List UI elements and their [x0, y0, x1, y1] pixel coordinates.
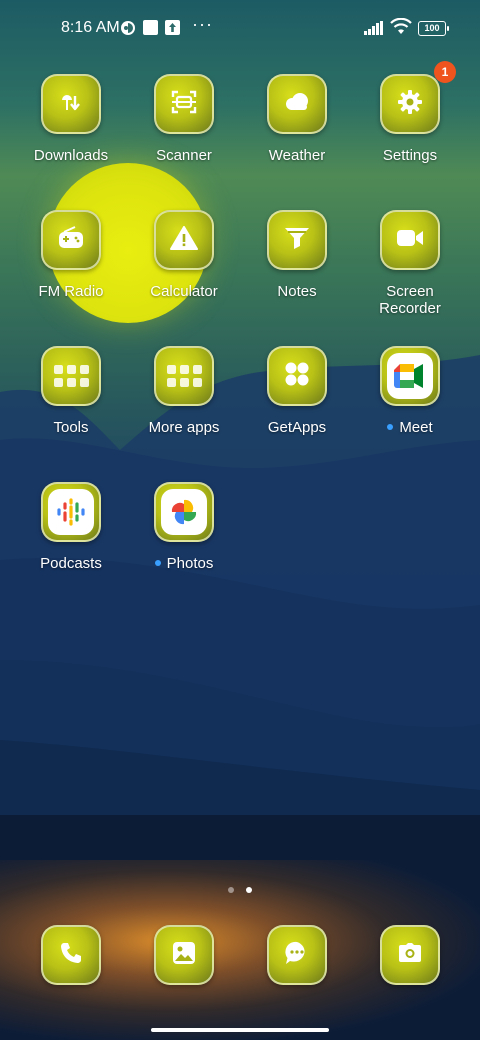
new-app-dot	[387, 424, 394, 430]
app-tile[interactable]	[154, 346, 214, 406]
new-app-dot	[154, 560, 161, 566]
app-tile[interactable]	[154, 482, 214, 542]
app-tile[interactable]	[154, 210, 214, 270]
app-calculator[interactable]: Calculator	[129, 210, 239, 336]
dock-gallery[interactable]	[129, 925, 239, 989]
app-podcasts[interactable]: Podcasts	[16, 482, 126, 608]
app-tile[interactable]	[267, 346, 327, 406]
folder-more-apps[interactable]: More apps	[129, 346, 239, 472]
app-scanner[interactable]: Scanner	[129, 74, 239, 200]
square-notification-icon	[143, 20, 158, 40]
app-label: Downloads	[33, 147, 109, 164]
app-label: Settings	[382, 147, 438, 164]
app-tile[interactable]	[154, 925, 214, 985]
camera-icon	[398, 942, 422, 969]
scanner-icon	[171, 90, 197, 119]
dock-messages[interactable]	[242, 925, 352, 989]
page-dot[interactable]	[228, 887, 234, 893]
carrier-notification-icon	[120, 20, 136, 41]
dock-phone[interactable]	[16, 925, 126, 989]
app-tile[interactable]	[267, 74, 327, 134]
cloud-icon	[283, 92, 311, 117]
upload-notification-icon	[165, 20, 180, 40]
app-notes[interactable]: Notes	[242, 210, 352, 336]
app-tile[interactable]	[154, 74, 214, 134]
app-weather[interactable]: Weather	[242, 74, 352, 200]
folder-icon	[166, 365, 202, 387]
app-label: Podcasts	[40, 555, 102, 572]
notification-badge: 1	[434, 61, 456, 83]
app-label: FM Radio	[38, 283, 104, 300]
dock-camera[interactable]	[355, 925, 465, 989]
app-tile[interactable]	[380, 210, 440, 270]
app-tile[interactable]	[380, 346, 440, 406]
folder-icon	[53, 365, 89, 387]
message-icon	[284, 940, 310, 971]
battery-icon: 100	[418, 21, 449, 36]
signal-icon	[364, 21, 384, 40]
app-tile[interactable]	[41, 482, 101, 542]
app-tile[interactable]	[267, 925, 327, 985]
more-notifications-icon: ···	[192, 14, 213, 34]
app-label: Calculator	[150, 283, 218, 300]
download-icon	[58, 90, 84, 119]
app-tile[interactable]	[380, 925, 440, 985]
photos-icon	[161, 489, 207, 535]
app-settings[interactable]: 1 Settings	[355, 61, 465, 200]
app-label-text: Meet	[399, 419, 433, 436]
app-label: GetApps	[267, 419, 327, 436]
app-tile[interactable]	[41, 925, 101, 985]
app-label: Tools	[53, 419, 89, 436]
app-tile[interactable]	[380, 74, 440, 134]
app-label: Notes	[277, 283, 317, 300]
calculator-warning-icon	[170, 225, 198, 255]
wifi-icon	[390, 17, 412, 40]
app-getapps[interactable]: GetApps	[242, 346, 352, 472]
folder-tools[interactable]: Tools	[16, 346, 126, 472]
video-camera-icon	[396, 228, 424, 253]
app-photos[interactable]: Photos	[129, 482, 239, 608]
app-tile[interactable]	[267, 210, 327, 270]
app-tile[interactable]	[41, 74, 101, 134]
app-fm-radio[interactable]: FM Radio	[16, 210, 126, 336]
clock: 8:16 AM	[61, 19, 120, 36]
gear-icon	[397, 89, 423, 120]
page-dot-active[interactable]	[246, 887, 252, 893]
gesture-bar[interactable]	[151, 1028, 329, 1032]
app-label: Meet	[355, 419, 465, 436]
app-label: Weather	[268, 147, 326, 164]
app-label-text: Photos	[166, 555, 214, 572]
page-indicator[interactable]	[0, 880, 480, 898]
gallery-icon	[172, 941, 196, 970]
status-bar: 8:16 AM ··· 100	[0, 0, 480, 56]
app-tile[interactable]	[41, 346, 101, 406]
phone-icon	[59, 941, 83, 970]
notes-icon	[284, 226, 310, 255]
app-label: Screen Recorder	[379, 283, 441, 317]
app-downloads[interactable]: Downloads	[16, 74, 126, 200]
podcasts-icon	[48, 489, 94, 535]
meet-icon	[387, 353, 433, 399]
apps-grid-icon	[284, 361, 310, 392]
app-label: Photos	[129, 555, 239, 572]
app-screen-recorder[interactable]: Screen Recorder	[355, 210, 465, 336]
radio-icon	[58, 225, 84, 255]
app-tile[interactable]	[41, 210, 101, 270]
app-label: More apps	[148, 419, 220, 436]
app-meet[interactable]: Meet	[355, 346, 465, 472]
app-label: Scanner	[156, 147, 212, 164]
